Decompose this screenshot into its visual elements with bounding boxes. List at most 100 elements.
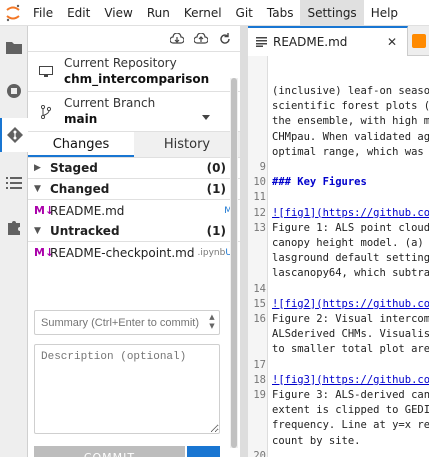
panel-divider[interactable] <box>240 26 248 457</box>
current-branch[interactable]: Current Branch main <box>28 92 240 132</box>
desktop-icon <box>36 65 56 78</box>
editor: README.md ✕ (inclusive) leaf-on season sc… <box>248 26 429 457</box>
extension-puzzle-icon[interactable] <box>0 210 28 244</box>
untracked-count: (1) <box>206 224 226 238</box>
code-line: lasground default settings <box>248 251 429 266</box>
code-line: optimal range, which was f <box>248 145 429 160</box>
line-text: Figure 3: ALS-derived canc <box>272 389 429 401</box>
untracked-section[interactable]: ▼ Untracked (1) <box>28 221 240 242</box>
repository-label: Current Repository <box>64 56 177 70</box>
line-text: ![fig2](https://github.com <box>272 297 429 310</box>
menu-git[interactable]: Git <box>229 0 260 26</box>
running-kernels-icon[interactable] <box>0 74 28 108</box>
commit-options-button[interactable] <box>187 446 220 457</box>
folder-icon[interactable] <box>0 30 28 64</box>
code-line: CHMpau. When validated aga <box>248 130 429 145</box>
code-line: 13 Figure 1: ALS point cloud <box>248 221 429 236</box>
current-repository[interactable]: Current Repository chm_intercomparison <box>28 52 240 92</box>
line-number: 12 <box>253 206 266 219</box>
line-number: 19 <box>253 389 266 401</box>
git-icon[interactable] <box>0 118 28 152</box>
code-line: 19 Figure 3: ALS-derived canc <box>248 388 429 403</box>
line-text: canopy height model. (a) 3 <box>272 237 429 249</box>
line-text: extent is clipped to GEDI <box>272 404 429 417</box>
table-of-contents-icon[interactable] <box>0 166 28 200</box>
tab-readme[interactable]: README.md ✕ <box>248 26 408 56</box>
refresh-icon[interactable] <box>218 32 232 46</box>
chevron-down-icon: ▼ <box>34 226 41 236</box>
line-text: CHMpau. When validated aga <box>272 130 429 143</box>
commit-button[interactable]: COMMIT <box>34 446 185 457</box>
cloud-pull-icon[interactable] <box>170 32 184 46</box>
tab-title: README.md <box>273 35 348 49</box>
editor-tab-bar: README.md ✕ <box>248 26 429 56</box>
list-item[interactable]: M↓ README-checkpoint.md .ipynb_c... U <box>28 242 240 263</box>
line-number: 16 <box>253 313 266 325</box>
line-text: ### Key Figures <box>272 176 367 189</box>
git-toolbar <box>28 26 240 52</box>
code-line: 16 Figure 2: Visual intercomp <box>248 312 429 327</box>
panel-scrollbar[interactable] <box>230 78 238 448</box>
activity-bar <box>0 26 28 457</box>
code-line: 20 <box>248 449 429 457</box>
code-line: extent is clipped to GEDI <box>248 403 429 418</box>
tab-changes[interactable]: Changes <box>28 132 134 157</box>
menu-help[interactable]: Help <box>364 0 405 26</box>
line-text: scientific forest plots (F <box>272 100 429 113</box>
code-line: to smaller total plot area <box>248 342 429 357</box>
notebook-tab-icon[interactable] <box>412 34 426 48</box>
menu-view[interactable]: View <box>97 0 139 26</box>
code-line: (inclusive) leaf-on season <box>248 84 429 99</box>
line-text: ![fig3](https://github.com <box>272 373 429 386</box>
repository-name: chm_intercomparison <box>64 72 210 86</box>
staged-title: Staged <box>50 161 98 175</box>
branch-icon <box>36 104 56 119</box>
code-line: the ensemble, with high me <box>248 114 429 129</box>
code-line: scientific forest plots (F <box>248 99 429 114</box>
menu-run[interactable]: Run <box>140 0 177 26</box>
menu-kernel[interactable]: Kernel <box>177 0 229 26</box>
jupyter-logo-icon <box>0 0 26 26</box>
menu-edit[interactable]: Edit <box>60 0 97 26</box>
changed-section[interactable]: ▼ Changed (1) <box>28 179 240 200</box>
menu-tabs[interactable]: Tabs <box>260 0 301 26</box>
code-line: 14 <box>248 282 429 297</box>
code-line: frequency. Line at y=x rep <box>248 418 429 433</box>
line-number: 15 <box>253 297 266 310</box>
line-text: the ensemble, with high me <box>272 115 429 128</box>
list-item[interactable]: M↓ README.md M <box>28 200 240 221</box>
commit-description-input[interactable] <box>34 344 220 434</box>
line-text: frequency. Line at y=x rep <box>272 419 429 432</box>
menu-settings[interactable]: Settings <box>300 0 364 26</box>
code-line: canopy height model. (a) 3 <box>248 236 429 251</box>
menu-file[interactable]: File <box>26 0 60 26</box>
line-text: (inclusive) leaf-on season <box>272 85 429 97</box>
branch-name: main <box>64 112 98 126</box>
code-line: 10 ### Key Figures <box>248 175 429 190</box>
caret-down-icon[interactable] <box>202 109 210 123</box>
line-text: ![fig1](https://github.com <box>272 206 429 219</box>
scrollbar-thumb[interactable] <box>231 78 237 448</box>
line-number: 14 <box>253 282 266 295</box>
commit-summary-input[interactable] <box>34 310 220 335</box>
code-area[interactable]: (inclusive) leaf-on season scientific for… <box>248 56 429 457</box>
line-number: 20 <box>253 449 266 457</box>
cloud-push-icon[interactable] <box>194 32 208 46</box>
line-number: 11 <box>253 191 266 204</box>
menu-bar: File Edit View Run Kernel Git Tabs Settings Help <box>0 0 429 26</box>
summary-stepper-icon: ▲ ▼ <box>209 313 215 330</box>
staged-count: (0) <box>206 161 226 175</box>
line-text: Figure 1: ALS point cloud <box>272 221 429 234</box>
code-line: 17 <box>248 358 429 373</box>
changed-count: (1) <box>206 182 226 196</box>
staged-section[interactable]: ▶ Staged (0) <box>28 158 240 179</box>
line-number: 10 <box>253 176 266 189</box>
close-icon[interactable]: ✕ <box>387 35 397 49</box>
branch-label: Current Branch <box>64 96 156 110</box>
line-number: 17 <box>253 358 266 371</box>
tab-history[interactable]: History <box>134 132 240 157</box>
code-line: count by site. <box>248 434 429 449</box>
line-text: Figure 2: Visual intercomp <box>272 313 429 325</box>
code-line: ALSderived CHMs. Visualise <box>248 327 429 342</box>
line-text: lascanopy64, which subtrac <box>272 267 429 280</box>
